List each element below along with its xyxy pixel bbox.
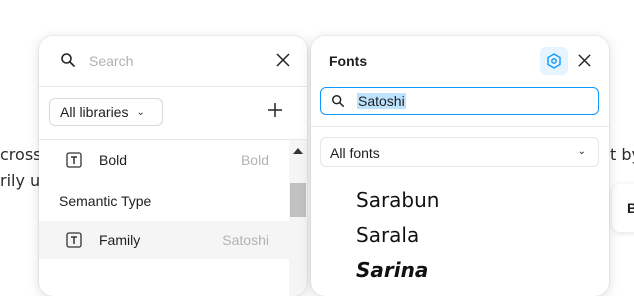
search-icon [332, 95, 344, 107]
divider [311, 126, 609, 127]
close-icon[interactable] [577, 53, 592, 68]
hexagon-settings-icon [547, 53, 561, 69]
font-option[interactable]: Sarabun [356, 188, 439, 212]
background-text-1: cross [0, 145, 42, 164]
styles-search-input[interactable]: Search [89, 53, 133, 69]
font-search-input[interactable]: Satoshi [320, 87, 599, 115]
library-dropdown-label: All libraries [60, 104, 129, 120]
chevron-down-icon: ⌄ [577, 146, 586, 157]
library-dropdown[interactable]: All libraries ⌄ [49, 98, 163, 126]
background-card: B [612, 184, 634, 232]
scrollbar-thumb[interactable] [290, 183, 306, 217]
scrollbar[interactable] [289, 140, 307, 296]
font-filter-label: All fonts [330, 145, 380, 161]
background-text-3: t by [610, 145, 634, 164]
font-search-value: Satoshi [357, 93, 406, 109]
divider [39, 86, 307, 87]
text-style-icon [66, 152, 82, 168]
close-icon[interactable] [275, 52, 291, 68]
styles-panel: Search All libraries ⌄ Bold Bold Semanti… [39, 36, 307, 296]
font-settings-button[interactable] [540, 47, 568, 75]
font-filter-dropdown[interactable]: All fonts ⌄ [320, 137, 599, 167]
list-item[interactable]: Family Satoshi [39, 221, 289, 259]
list-item-name: Bold [99, 152, 128, 168]
add-style-button[interactable] [267, 102, 283, 118]
list-item-meta: Bold [240, 152, 269, 168]
scroll-up-arrow-icon[interactable] [293, 148, 303, 154]
list-item-name: Family [99, 232, 141, 248]
font-option[interactable]: Sarala [356, 223, 419, 247]
chevron-down-icon: ⌄ [136, 106, 145, 118]
panel-title: Fonts [329, 53, 368, 69]
list-item[interactable]: Bold Bold [39, 141, 289, 179]
text-style-icon [66, 232, 82, 248]
list-item-meta: Satoshi [222, 232, 269, 248]
search-icon [61, 53, 75, 67]
section-heading: Semantic Type [59, 193, 152, 209]
fonts-panel: Fonts Satoshi All fonts ⌄ Sarabun Sarala… [311, 36, 609, 296]
styles-search-row: Search [39, 36, 307, 86]
background-card-letter: B [627, 200, 634, 216]
font-option[interactable]: Sarina [356, 258, 428, 282]
divider [39, 139, 307, 140]
